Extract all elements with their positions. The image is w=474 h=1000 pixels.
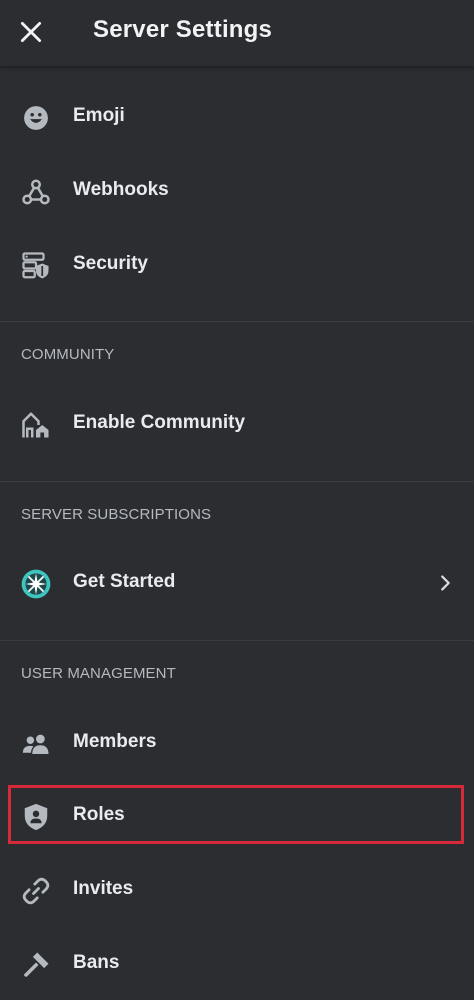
webhooks-icon <box>21 177 51 207</box>
page-title: Server Settings <box>93 16 273 43</box>
settings-item-label: Invites <box>73 878 134 899</box>
emoji-icon <box>21 103 51 133</box>
members-icon <box>21 729 51 759</box>
section-divider <box>0 640 474 641</box>
settings-item-label: Security <box>73 253 148 274</box>
subscriptions-star-icon <box>21 569 51 599</box>
settings-item-label: Enable Community <box>73 412 246 433</box>
server-settings-screen: Server Settings Emoji Webhooks Security … <box>0 0 474 1000</box>
settings-item-bans[interactable]: Bans <box>0 935 474 993</box>
security-icon <box>21 251 51 281</box>
settings-item-label: Get Started <box>73 571 176 592</box>
section-divider <box>0 481 474 482</box>
settings-item-get-started[interactable]: Get Started <box>0 554 474 612</box>
invites-link-icon <box>21 876 51 906</box>
close-icon <box>20 21 42 43</box>
settings-item-label: Bans <box>73 952 120 973</box>
header-bar: Server Settings <box>0 0 474 66</box>
chevron-right-icon <box>434 572 456 594</box>
section-header-user-management: USER MANAGEMENT <box>21 665 176 682</box>
section-header-server-subscriptions: SERVER SUBSCRIPTIONS <box>21 506 212 523</box>
community-icon <box>21 410 51 440</box>
bans-hammer-icon <box>21 950 51 980</box>
close-button[interactable] <box>12 13 50 51</box>
settings-item-emoji[interactable]: Emoji <box>0 88 474 146</box>
settings-item-label: Webhooks <box>73 179 169 200</box>
settings-item-label: Emoji <box>73 105 125 126</box>
section-header-community: COMMUNITY <box>21 346 115 363</box>
settings-item-label: Members <box>73 731 157 752</box>
roles-shield-icon <box>21 802 51 832</box>
settings-item-members[interactable]: Members <box>0 714 474 772</box>
settings-item-label: Roles <box>73 804 125 825</box>
settings-item-enable-community[interactable]: Enable Community <box>0 395 474 453</box>
settings-item-invites[interactable]: Invites <box>0 861 474 919</box>
settings-item-security[interactable]: Security <box>0 236 474 294</box>
settings-item-roles[interactable]: Roles <box>0 787 474 845</box>
settings-item-webhooks[interactable]: Webhooks <box>0 162 474 220</box>
section-divider <box>0 321 474 322</box>
